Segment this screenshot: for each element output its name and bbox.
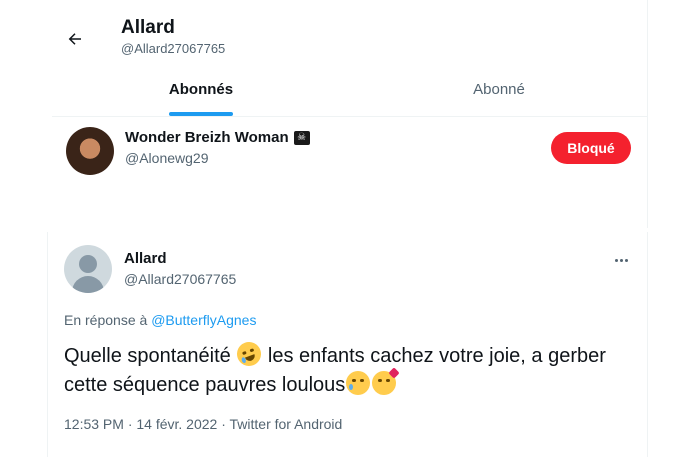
- tweet-text: Quelle spontanéité les enfants cachez vo…: [64, 338, 639, 400]
- arrow-left-icon: [68, 33, 81, 45]
- more-dot-icon: [619, 258, 623, 262]
- tab-following[interactable]: Abonné: [350, 62, 648, 116]
- back-button[interactable]: [60, 24, 90, 54]
- more-dot-icon: [614, 258, 618, 262]
- default-avatar-head: [79, 255, 97, 273]
- tweet-card: Allard @Allard27067765 En réponse à @But…: [47, 232, 648, 457]
- avatar[interactable]: [66, 127, 114, 175]
- rolling-on-floor-laughing-icon: [233, 338, 265, 370]
- user-name-label: Wonder Breizh Woman: [125, 129, 289, 146]
- user-name[interactable]: Wonder Breizh Woman ☠: [125, 129, 310, 146]
- default-avatar-body: [72, 276, 104, 293]
- face-blowing-kiss-icon: [372, 367, 400, 395]
- reply-prefix: En réponse à: [64, 312, 148, 328]
- crying-face-icon: [346, 371, 371, 395]
- profile-name: Allard: [121, 17, 175, 38]
- tab-followers[interactable]: Abonnés: [52, 62, 350, 116]
- pirate-flag-icon: ☠: [293, 130, 310, 145]
- tweet-text-part1: Quelle spontanéité: [64, 345, 231, 367]
- blocked-button[interactable]: Bloqué: [551, 132, 631, 164]
- tweet-timestamp[interactable]: 12:53 PM · 14 févr. 2022 · Twitter for A…: [64, 416, 342, 432]
- more-options-button[interactable]: [610, 252, 632, 268]
- reply-to-link[interactable]: @ButterflyAgnes: [151, 312, 256, 328]
- user-handle: @Alonewg29: [125, 150, 209, 166]
- tweet-author-name[interactable]: Allard: [124, 250, 167, 267]
- tab-bar: Abonnés Abonné: [52, 62, 648, 117]
- profile-handle: @Allard27067765: [121, 41, 226, 56]
- tweet-author-handle[interactable]: @Allard27067765: [124, 271, 236, 287]
- user-list-item[interactable]: Wonder Breizh Woman ☠ @Alonewg29 Bloqué: [52, 116, 648, 186]
- reply-context: En réponse à @ButterflyAgnes: [64, 312, 256, 328]
- avatar[interactable]: [64, 245, 112, 293]
- more-dot-icon: [624, 258, 628, 262]
